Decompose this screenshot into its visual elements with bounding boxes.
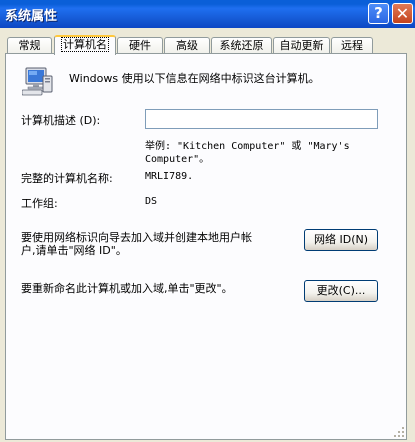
workgroup-label: 工作组: [21, 197, 58, 210]
tab-label: 计算机名 [61, 37, 109, 52]
computer-description-input[interactable] [145, 109, 378, 129]
example-text-line2: Computer"。 [145, 154, 210, 165]
title-bar[interactable]: 系统属性 ? ✕ [0, 0, 415, 28]
tab-label: 硬件 [129, 39, 151, 52]
network-id-text-line2: 户,请单击"网络 ID"。 [21, 244, 127, 257]
change-button[interactable]: 更改(C)... [304, 280, 378, 302]
tab-hardware[interactable]: 硬件 [117, 37, 163, 54]
help-button[interactable]: ? [368, 3, 389, 24]
computer-name-panel: Windows 使用以下信息在网络中标识这台计算机。 计算机描述 (D): 举例… [5, 53, 407, 440]
intro-text: Windows 使用以下信息在网络中标识这台计算机。 [69, 72, 320, 85]
resize-grip-icon[interactable] [392, 425, 406, 439]
workgroup-value: DS [145, 196, 158, 207]
rename-text: 要重新命名此计算机或加入域,单击"更改"。 [21, 282, 233, 295]
description-label: 计算机描述 (D): [21, 114, 101, 127]
window-title: 系统属性 [5, 9, 58, 24]
tab-label: 自动更新 [279, 39, 324, 52]
full-name-value: MRLI789. [145, 171, 194, 182]
tab-computer-name[interactable]: 计算机名 [54, 35, 116, 55]
tab-label: 常规 [18, 39, 41, 52]
tab-system-restore[interactable]: 系统还原 [211, 37, 272, 54]
full-name-label: 完整的计算机名称: [21, 172, 113, 185]
tab-strip: 常规 计算机名 硬件 高级 系统还原 自动更新 远程 [0, 35, 415, 55]
computer-icon [22, 67, 53, 96]
tab-label: 系统还原 [219, 39, 264, 52]
tab-automatic-updates[interactable]: 自动更新 [273, 37, 330, 54]
tab-label: 高级 [176, 39, 198, 52]
tab-label: 远程 [341, 39, 363, 52]
tab-general[interactable]: 常规 [7, 37, 52, 54]
network-id-button[interactable]: 网络 ID(N) [304, 229, 378, 251]
close-button[interactable]: ✕ [392, 3, 413, 24]
tab-remote[interactable]: 远程 [331, 37, 373, 54]
tab-advanced[interactable]: 高级 [164, 37, 210, 54]
